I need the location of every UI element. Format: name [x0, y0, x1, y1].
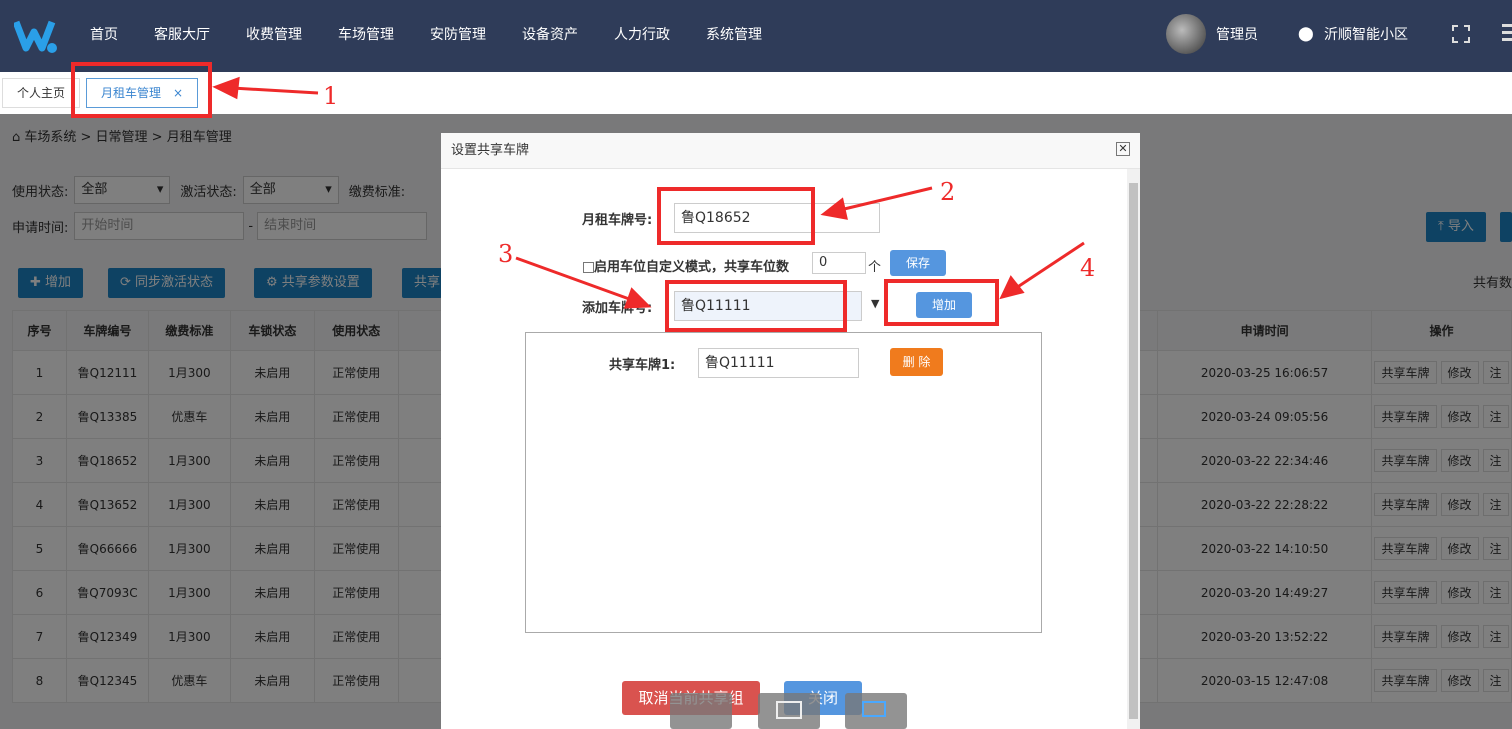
annotation-number-1: 1 — [323, 82, 339, 110]
annotation-number-2: 2 — [940, 178, 956, 206]
annotation-arrows — [212, 76, 1085, 309]
annotation-number-3: 3 — [498, 240, 514, 268]
annotation-number-4: 4 — [1080, 254, 1096, 282]
